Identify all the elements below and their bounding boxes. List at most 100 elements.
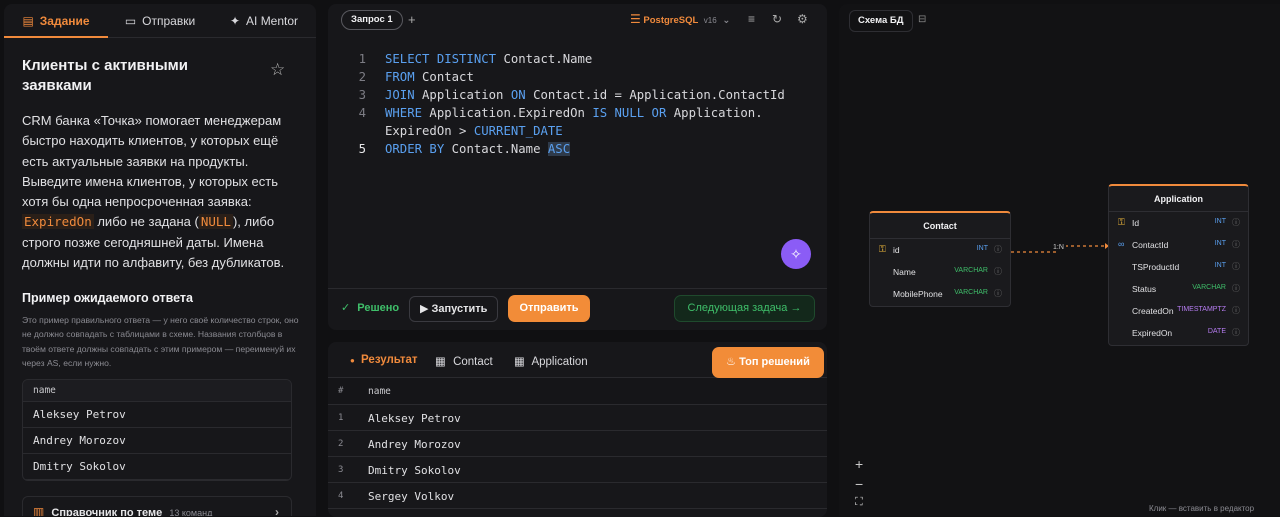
task-panel: ▤ Задание ▭ Отправки ✦ AI Mentor Клиенты… bbox=[4, 4, 316, 516]
ai-assist-button[interactable]: ✧ bbox=[781, 239, 811, 269]
column-row[interactable]: Status VARCHAR ⓘ bbox=[1109, 278, 1248, 300]
column-row[interactable]: ∞ ContactId INT ⓘ bbox=[1109, 234, 1248, 256]
submit-button[interactable]: Отправить bbox=[508, 295, 590, 322]
chevron-right-icon: › bbox=[275, 505, 279, 516]
tab-task[interactable]: ▤ Задание bbox=[4, 4, 108, 38]
dot-icon: ● bbox=[350, 356, 355, 365]
column-row[interactable]: CreatedOn TIMESTAMPTZ ⓘ bbox=[1109, 300, 1248, 322]
row-value: Andrey Morozov bbox=[368, 438, 461, 451]
code-line-2: FROM Contact bbox=[385, 70, 474, 84]
info-icon: ⓘ bbox=[1232, 284, 1240, 293]
code-text: Contact bbox=[414, 70, 474, 84]
column-row[interactable]: TSProductId INT ⓘ bbox=[1109, 256, 1248, 278]
task-title: Клиенты с активными заявками bbox=[22, 57, 188, 94]
code-editor[interactable]: 1 SELECT DISTINCT Contact.Name 2 FROM Co… bbox=[328, 4, 827, 288]
code-keyword: ORDER BY bbox=[385, 142, 445, 156]
table-row: 2 Andrey Morozov bbox=[328, 431, 827, 457]
column-name: ContactId bbox=[1132, 240, 1169, 250]
table-icon: ▦ bbox=[435, 356, 446, 368]
reference-count: 13 команд bbox=[169, 508, 213, 516]
table-application-name: Application bbox=[1109, 186, 1248, 212]
zoom-in-button[interactable]: + bbox=[855, 456, 863, 472]
tab-ai-mentor-label: AI Mentor bbox=[246, 13, 299, 28]
code-selection: ASC bbox=[547, 142, 571, 156]
column-name: Name bbox=[893, 267, 916, 277]
run-button[interactable]: ▶ Запустить bbox=[409, 296, 499, 322]
result-header: # name bbox=[328, 378, 827, 405]
column-type: VARCHAR bbox=[954, 267, 988, 274]
column-name: Status bbox=[1132, 284, 1157, 294]
column-type: INT bbox=[976, 245, 988, 252]
column-row[interactable]: Name VARCHAR ⓘ bbox=[870, 261, 1010, 283]
info-icon: ⓘ bbox=[1232, 218, 1240, 227]
code-null: NULL bbox=[198, 214, 233, 230]
code-keyword: SELECT DISTINCT bbox=[385, 52, 497, 66]
line-number: 3 bbox=[358, 88, 366, 102]
top-solutions-button[interactable]: ♨ Топ решений bbox=[712, 347, 824, 378]
info-icon: ⓘ bbox=[1232, 328, 1240, 337]
code-line-4-wrap: ExpiredOn > CURRENT_DATE bbox=[385, 124, 563, 138]
table-contact[interactable]: Contact ⚿ id INT ⓘ Name VARCHAR ⓘ Mobile… bbox=[869, 211, 1011, 307]
info-icon: ⓘ bbox=[994, 245, 1002, 254]
row-num: 2 bbox=[338, 439, 344, 449]
line-number: 1 bbox=[358, 52, 366, 66]
column-name: ExpiredOn bbox=[1132, 328, 1173, 338]
table-application[interactable]: Application ⚿ Id INT ⓘ ∞ ContactId INT ⓘ… bbox=[1108, 184, 1249, 346]
column-row[interactable]: ⚿ Id INT ⓘ bbox=[1109, 212, 1248, 234]
tab-result[interactable]: ● Результат bbox=[340, 354, 429, 380]
reference-button[interactable]: ▥ Справочник по теме 13 команд › bbox=[22, 496, 292, 516]
left-tabs: ▤ Задание ▭ Отправки ✦ AI Mentor bbox=[4, 4, 316, 38]
description-part-2: либо не задана ( bbox=[93, 214, 199, 230]
code-keyword: FROM bbox=[385, 70, 415, 84]
link-icon: ∞ bbox=[1118, 239, 1125, 249]
code-text: Contact.id = Application.ContactId bbox=[525, 88, 785, 102]
column-row[interactable]: ExpiredOn DATE ⓘ bbox=[1109, 322, 1248, 344]
row-num: 3 bbox=[338, 465, 344, 475]
code-text: Contact.Name bbox=[496, 52, 593, 66]
info-icon: ⓘ bbox=[994, 289, 1002, 298]
schema-panel: Схема БД ⊟ 1:N Contact ⚿ id INT ⓘ Name V… bbox=[839, 4, 1280, 516]
code-text: Application bbox=[414, 88, 511, 102]
next-task-button[interactable]: Следующая задача → bbox=[674, 295, 815, 322]
tab-submissions[interactable]: ▭ Отправки bbox=[108, 4, 212, 37]
code-keyword: WHERE bbox=[385, 106, 423, 120]
table-row: 3 Dmitry Sokolov bbox=[328, 457, 827, 483]
example-row: Andrey Morozov bbox=[23, 428, 291, 454]
code-keyword: JOIN bbox=[385, 88, 415, 102]
editor-divider bbox=[328, 288, 827, 289]
info-icon: ⓘ bbox=[1232, 262, 1240, 271]
example-note: Это пример правильного ответа — у него с… bbox=[22, 315, 299, 368]
star-icon[interactable]: ☆ bbox=[270, 60, 285, 80]
header-num: # bbox=[338, 386, 344, 396]
magic-wand-icon: ✧ bbox=[790, 246, 802, 262]
table-row: 1 Aleksey Petrov bbox=[328, 405, 827, 431]
status-label: Решено bbox=[357, 302, 400, 314]
table-row: 4 Sergey Volkov bbox=[328, 483, 827, 509]
fit-view-button[interactable]: ⛶ bbox=[855, 496, 863, 509]
fire-icon: ♨ bbox=[726, 356, 737, 368]
sparkle-icon: ✦ bbox=[229, 13, 241, 28]
tab-contact[interactable]: ▦ Contact bbox=[435, 354, 493, 368]
chat-icon: ▭ bbox=[124, 13, 137, 28]
line-number: 5 bbox=[358, 142, 366, 156]
info-icon: ⓘ bbox=[994, 267, 1002, 276]
task-description: CRM банка «Точка» помогает менеджерам бы… bbox=[22, 111, 298, 273]
column-name: MobilePhone bbox=[893, 289, 943, 299]
line-number: 4 bbox=[358, 106, 366, 120]
column-name: TSProductId bbox=[1132, 262, 1180, 272]
column-row[interactable]: ⚿ id INT ⓘ bbox=[870, 239, 1010, 261]
column-type: INT bbox=[1214, 262, 1226, 269]
code-keyword: ON bbox=[510, 88, 526, 102]
example-row: Dmitry Sokolov bbox=[23, 454, 291, 480]
column-type: INT bbox=[1214, 240, 1226, 247]
description-part-1: CRM банка «Точка» помогает менеджерам бы… bbox=[22, 113, 282, 210]
info-icon: ⓘ bbox=[1232, 240, 1240, 249]
column-row[interactable]: MobilePhone VARCHAR ⓘ bbox=[870, 283, 1010, 305]
tab-ai-mentor[interactable]: ✦ AI Mentor bbox=[212, 4, 316, 37]
tab-result-label: Результат bbox=[361, 354, 418, 366]
column-type: VARCHAR bbox=[954, 289, 988, 296]
zoom-out-button[interactable]: − bbox=[855, 476, 863, 492]
column-type: TIMESTAMPTZ bbox=[1177, 306, 1226, 313]
column-name: Id bbox=[1132, 218, 1140, 228]
tab-application[interactable]: ▦ Application bbox=[514, 354, 588, 368]
